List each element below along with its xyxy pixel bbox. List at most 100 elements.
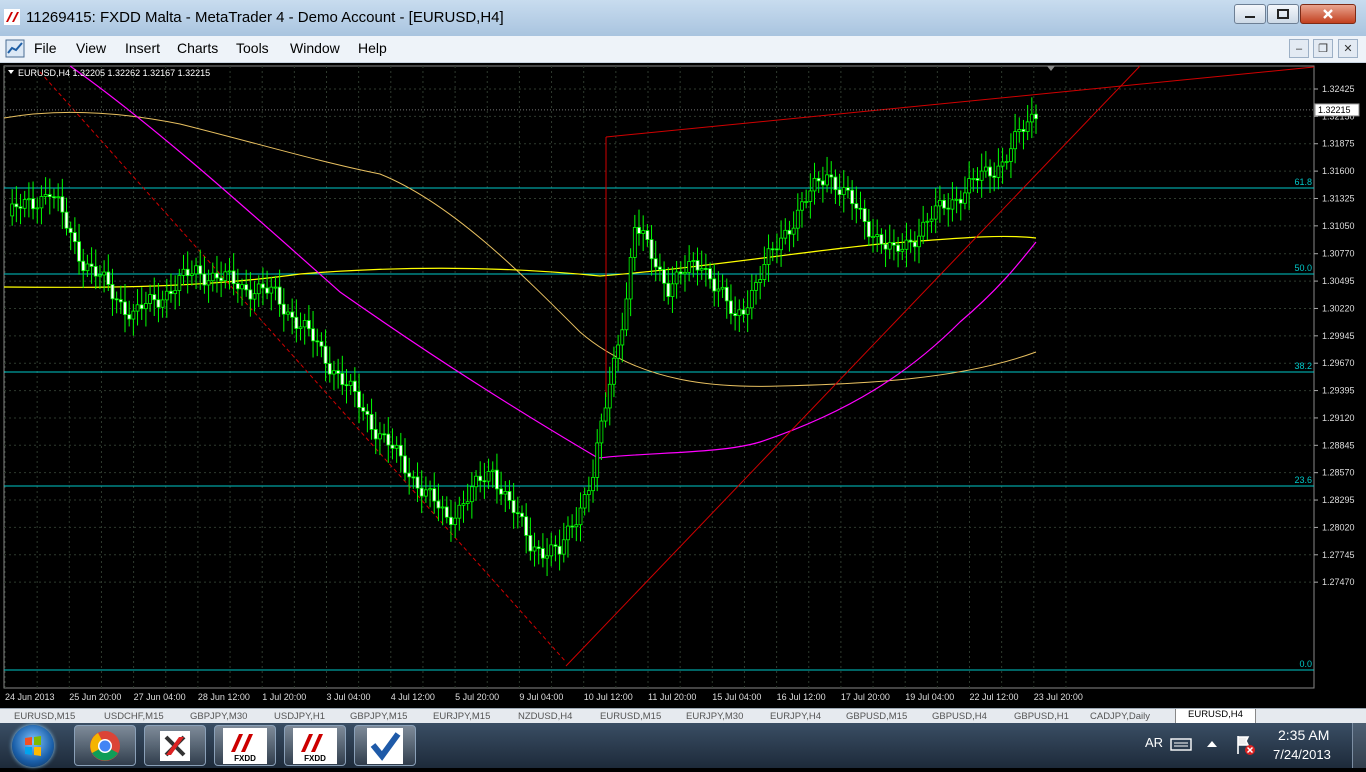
chart-header: EURUSD,H4 1.32205 1.32262 1.32167 1.3221… [18,68,210,78]
candle-body [812,177,817,192]
symbol-tab[interactable]: EURJPY,M30 [686,711,743,723]
candle-body [261,283,265,289]
symbol-tab[interactable]: GBPJPY,M15 [350,711,407,723]
candle-body [1017,129,1022,133]
candle-body [306,320,311,330]
menu-window[interactable]: Window [290,40,340,56]
candle-body [586,490,591,495]
taskbar-fxdd-2[interactable]: FXDD [284,725,346,766]
mdi-restore-button[interactable]: ❐ [1313,39,1333,58]
start-button[interactable] [12,725,54,767]
taskbar-fxdd[interactable]: FXDD [214,725,276,766]
taskbar-checkmark-app[interactable] [354,725,416,766]
price-chart[interactable]: 1.324251.321501.318751.316001.313251.310… [0,62,1366,708]
candle-body [72,232,77,243]
candle-body [616,344,621,359]
language-indicator[interactable]: AR [1145,735,1163,750]
candle-body [833,176,838,191]
symbol-tab[interactable]: GBPUSD,M15 [846,711,907,723]
candle-body [185,268,190,276]
candle-body [277,286,282,305]
symbol-tab[interactable]: EURJPY,M15 [433,711,490,723]
symbol-tab[interactable]: USDCHF,M15 [104,711,164,723]
current-price-label: 1.32215 [1318,105,1351,115]
candle-body [56,196,61,199]
taskbar-chrome[interactable] [74,725,136,766]
symbol-tab-active[interactable]: EURUSD,H4 [1175,709,1256,724]
candle-body [18,206,23,209]
symbol-tab[interactable]: CADJPY,Daily [1090,711,1150,723]
candle-body [929,218,934,222]
symbol-tab[interactable]: GBPUSD,H4 [932,711,987,723]
taskbar-xtrade[interactable] [144,725,206,766]
symbol-tab[interactable]: EURUSD,M15 [600,711,661,723]
candle-body [582,494,587,509]
chart-window-icon[interactable] [5,39,25,58]
candle-body [223,271,228,281]
symbol-tab[interactable]: GBPUSD,H1 [1014,711,1069,723]
maximize-button[interactable] [1267,4,1299,24]
candle-body [60,196,65,213]
menu-help[interactable]: Help [358,40,387,56]
symbol-tab[interactable]: EURJPY,H4 [770,711,821,723]
mdi-minimize-button[interactable]: – [1289,39,1309,58]
menu-bar: File View Insert Charts Tools Window Hel… [0,36,1366,63]
menu-view[interactable]: View [76,40,106,56]
candle-body [933,205,938,220]
candle-body [754,282,758,291]
candle-body [1013,131,1018,150]
fib-level-label: 61.8 [1294,177,1312,187]
fib-level-label: 50.0 [1294,263,1312,273]
candle-body [102,271,107,276]
candle-body [958,198,963,204]
minimize-button[interactable] [1234,4,1266,24]
menu-insert[interactable]: Insert [125,40,160,56]
clock-time[interactable]: 2:35 AM [1278,727,1329,743]
candle-body [720,286,725,290]
candle-body [256,283,261,295]
fxdd-label: FXDD [234,754,256,763]
symbol-tab[interactable]: EURUSD,M15 [14,711,75,723]
candle-body [787,229,792,235]
candle-body [315,340,320,343]
menu-charts[interactable]: Charts [177,40,218,56]
mdi-close-button[interactable]: ✕ [1338,39,1358,58]
show-hidden-icons-icon[interactable] [1206,739,1218,749]
clock-date[interactable]: 7/24/2013 [1273,747,1331,762]
windows-logo-icon [25,736,41,756]
candle-body [557,545,562,555]
candle-body [181,268,186,276]
candle-body [649,239,654,260]
candle-body [419,487,424,497]
action-center-icon[interactable] [1234,734,1256,756]
time-label: 10 Jul 12:00 [584,692,633,702]
candle-body [453,517,458,526]
candle-body [628,256,633,300]
symbol-tab[interactable]: USDJPY,H1 [274,711,325,723]
candle-body [461,503,466,506]
candle-body [524,516,529,536]
menu-file[interactable]: File [34,40,57,56]
candle-body [549,544,554,557]
candle-body [804,201,809,203]
price-label: 1.28295 [1322,495,1355,505]
show-desktop-button[interactable] [1352,723,1366,768]
chart-canvas[interactable]: 1.324251.321501.318751.316001.313251.310… [0,62,1366,708]
candle-body [637,226,641,234]
menu-tools[interactable]: Tools [236,40,269,56]
candle-body [800,201,804,211]
candle-body [428,488,432,491]
title-bar: 11269415: FXDD Malta - MetaTrader 4 - De… [0,0,1366,37]
candle-body [775,248,779,251]
fib-level-label: 38.2 [1294,361,1312,371]
candle-body [169,290,173,295]
candle-body [829,174,834,178]
close-button[interactable] [1300,4,1356,24]
symbol-tab[interactable]: GBPJPY,M30 [190,711,247,723]
candle-body [816,177,821,182]
keyboard-icon[interactable] [1170,736,1192,752]
minimize-icon [1245,16,1255,18]
candle-body [144,303,148,310]
time-label: 23 Jul 20:00 [1034,692,1083,702]
symbol-tab[interactable]: NZDUSD,H4 [518,711,572,723]
